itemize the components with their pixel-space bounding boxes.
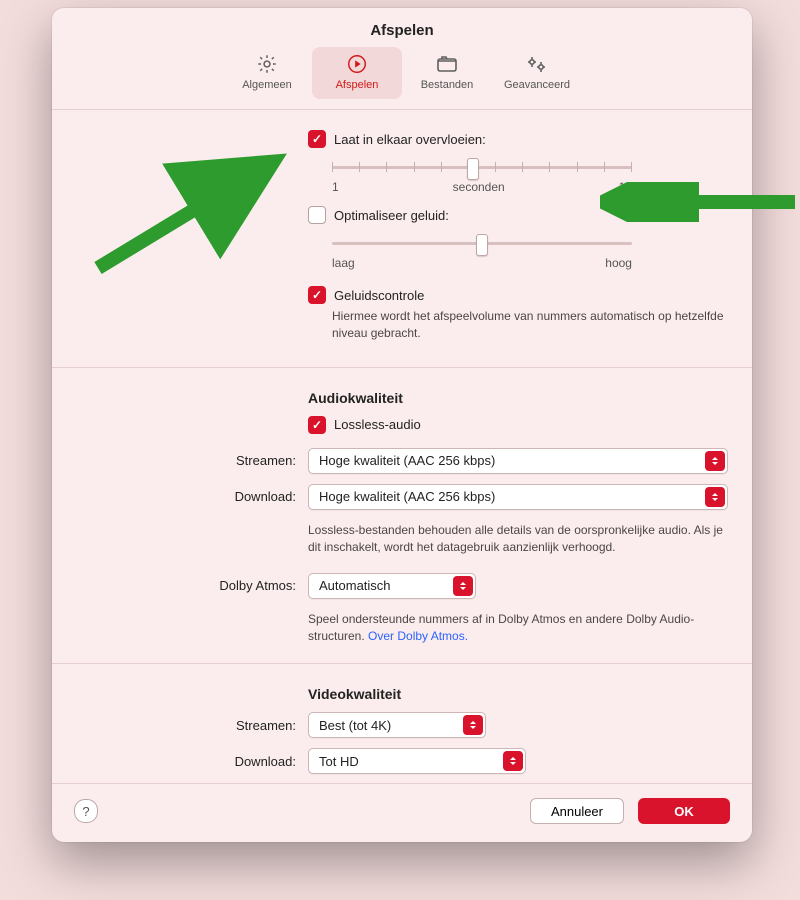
- section-video-quality: Videokwaliteit Streamen: Best (tot 4K) D…: [52, 664, 752, 784]
- preferences-content: Laat in elkaar overvloeien: 1 seconden 1…: [52, 110, 752, 784]
- tab-label: Geavanceerd: [504, 79, 570, 91]
- tab-playback[interactable]: Afspelen: [312, 47, 402, 99]
- enhancer-low: laag: [332, 256, 355, 270]
- select-value: Automatisch: [319, 578, 391, 593]
- chevron-updown-icon: [705, 487, 725, 507]
- chevron-updown-icon: [503, 751, 523, 771]
- lossless-label: Lossless-audio: [334, 417, 421, 432]
- enhancer-high: hoog: [605, 256, 632, 270]
- help-button[interactable]: ?: [74, 799, 98, 823]
- chevron-updown-icon: [463, 715, 483, 735]
- section-playback: Laat in elkaar overvloeien: 1 seconden 1…: [52, 110, 752, 368]
- link-about-dolby[interactable]: Over Dolby Atmos.: [368, 629, 468, 643]
- tab-label: Bestanden: [421, 79, 474, 91]
- soundcheck-label: Geluidscontrole: [334, 288, 424, 303]
- enhancer-slider[interactable]: [332, 234, 632, 252]
- select-value: Best (tot 4K): [319, 718, 391, 733]
- select-value: Hoge kwaliteit (AAC 256 kbps): [319, 489, 495, 504]
- video-stream-label: Streamen:: [76, 718, 308, 733]
- dolby-label: Dolby Atmos:: [76, 578, 308, 593]
- chevron-updown-icon: [705, 451, 725, 471]
- select-value: Hoge kwaliteit (AAC 256 kbps): [319, 453, 495, 468]
- crossfade-label: Laat in elkaar overvloeien:: [334, 132, 486, 147]
- lossless-note: Lossless-bestanden behouden alle details…: [308, 522, 728, 557]
- tab-general[interactable]: Algemeen: [222, 47, 312, 99]
- select-video-stream[interactable]: Best (tot 4K): [308, 712, 486, 738]
- folder-icon: [435, 53, 459, 75]
- tab-files[interactable]: Bestanden: [402, 47, 492, 99]
- window-title: Afspelen: [52, 22, 752, 39]
- crossfade-min: 1: [332, 180, 339, 194]
- preferences-toolbar: Algemeen Afspelen Bestanden Geavanceerd: [52, 41, 752, 109]
- enhancer-slider-group: laag hoog: [308, 228, 632, 272]
- audio-stream-label: Streamen:: [76, 453, 308, 468]
- video-heading: Videokwaliteit: [308, 686, 728, 702]
- audio-download-label: Download:: [76, 489, 308, 504]
- select-value: Tot HD: [319, 754, 359, 769]
- tab-label: Afspelen: [336, 79, 379, 91]
- section-audio-quality: Audiokwaliteit Lossless-audio Streamen: …: [52, 368, 752, 665]
- dolby-note: Speel ondersteunde nummers af in Dolby A…: [308, 611, 728, 646]
- titlebar: Afspelen: [52, 8, 752, 41]
- play-circle-icon: [346, 53, 368, 75]
- tab-label: Algemeen: [242, 79, 292, 91]
- crossfade-unit: seconden: [339, 180, 619, 194]
- audio-heading: Audiokwaliteit: [308, 390, 728, 406]
- select-audio-stream[interactable]: Hoge kwaliteit (AAC 256 kbps): [308, 448, 728, 474]
- cancel-button[interactable]: Annuleer: [530, 798, 624, 824]
- soundcheck-desc: Hiermee wordt het afspeelvolume van numm…: [308, 308, 728, 343]
- tab-advanced[interactable]: Geavanceerd: [492, 47, 582, 99]
- select-video-download[interactable]: Tot HD: [308, 748, 526, 774]
- gears-icon: [524, 53, 550, 75]
- enhancer-label: Optimaliseer geluid:: [334, 208, 449, 223]
- dialog-footer: ? Annuleer OK: [52, 783, 752, 842]
- chevron-updown-icon: [453, 576, 473, 596]
- checkbox-crossfade[interactable]: [308, 130, 326, 148]
- select-dolby-atmos[interactable]: Automatisch: [308, 573, 476, 599]
- preferences-window: Afspelen Algemeen Afspelen Bestanden Gea…: [52, 8, 752, 842]
- crossfade-max: 12: [619, 180, 632, 194]
- crossfade-slider[interactable]: [332, 158, 632, 176]
- ok-button[interactable]: OK: [638, 798, 730, 824]
- checkbox-soundcheck[interactable]: [308, 286, 326, 304]
- video-download-label: Download:: [76, 754, 308, 769]
- gear-icon: [256, 53, 278, 75]
- checkbox-sound-enhancer[interactable]: [308, 206, 326, 224]
- crossfade-slider-group: 1 seconden 12: [308, 152, 632, 196]
- checkbox-lossless[interactable]: [308, 416, 326, 434]
- select-audio-download[interactable]: Hoge kwaliteit (AAC 256 kbps): [308, 484, 728, 510]
